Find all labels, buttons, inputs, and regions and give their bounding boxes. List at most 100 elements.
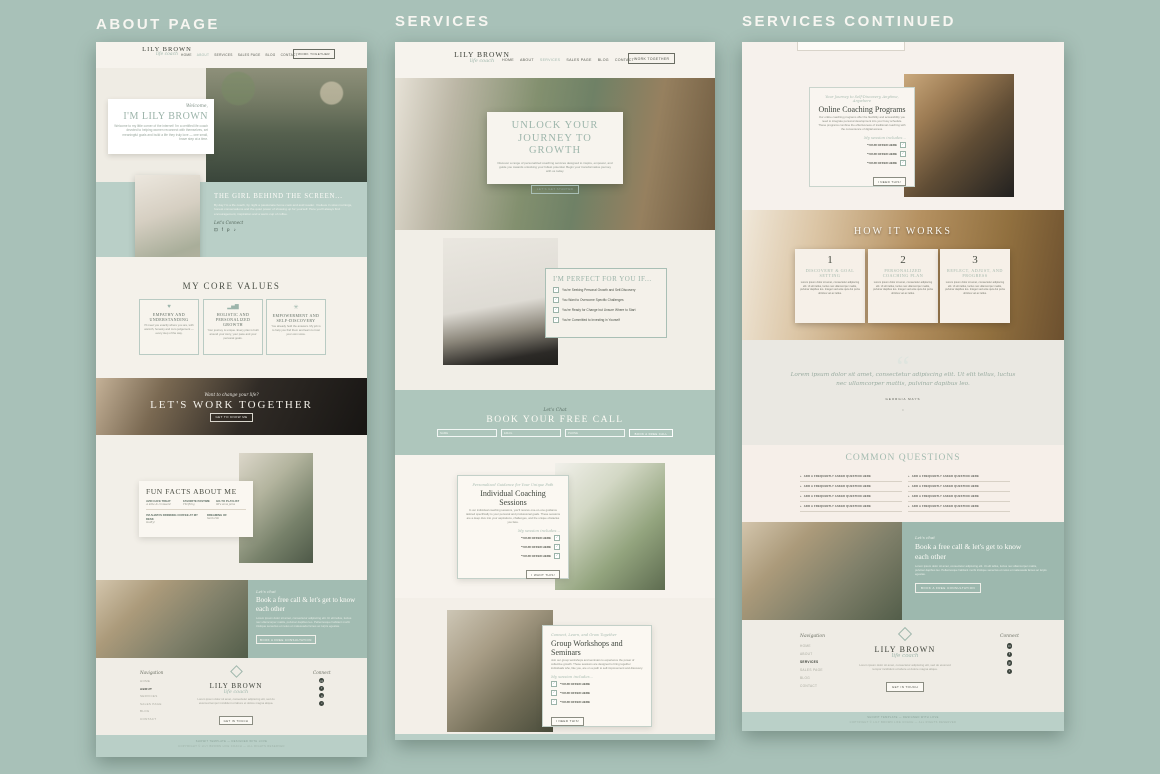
how-title: HOW IT WORKS <box>742 226 1064 237</box>
i-need-this-button[interactable]: I NEED THIS! <box>551 717 584 726</box>
footer-nav-title: Navigation <box>800 634 825 639</box>
core-values-section: MY CORE VALUES EMPATHY AND UNDERSTANDING… <box>96 257 367 378</box>
faq-item[interactable]: ADD A FREQUENTLY ASKED QUESTION HERE <box>800 472 902 482</box>
services-hero: UNLOCK YOUR JOURNEY TO GROWTH Discover a… <box>395 78 715 230</box>
footer-link-contact[interactable]: CONTACT <box>140 717 163 721</box>
book-consultation-button[interactable]: BOOK A FREE CONSULTATION <box>256 635 316 644</box>
offer-text: *YOUR OFFER HERE <box>560 700 590 704</box>
footer-logo-tagline: life coach <box>192 689 280 695</box>
nav-link-services[interactable]: SERVICES <box>214 53 232 57</box>
faq-item[interactable]: ADD A FREQUENTLY ASKED QUESTION HERE <box>908 472 1010 482</box>
footer-connect-title: Connect <box>1000 634 1019 639</box>
email-input[interactable] <box>501 429 561 437</box>
nav-link-about[interactable]: ABOUT <box>520 58 534 62</box>
instagram-icon[interactable] <box>319 678 324 683</box>
faq-item[interactable]: ADD A FREQUENTLY ASKED QUESTION HERE <box>908 482 1010 492</box>
faq-item[interactable]: ADD A FREQUENTLY ASKED QUESTION HERE <box>800 492 902 502</box>
tiktok-icon[interactable] <box>319 701 324 706</box>
check-icon <box>551 690 557 696</box>
nav-link-blog[interactable]: BLOG <box>266 53 276 57</box>
pinterest-icon[interactable] <box>1007 660 1013 666</box>
faq-item[interactable]: ADD A FREQUENTLY ASKED QUESTION HERE <box>800 502 902 512</box>
facebook-icon[interactable] <box>1007 652 1013 658</box>
carousel-dot[interactable]: • <box>742 407 1064 412</box>
book-call-band: Let's chat Book a free call & let's get … <box>96 580 367 658</box>
nav-link-about[interactable]: ABOUT <box>197 53 209 57</box>
nav-link-sales-page[interactable]: SALES PAGE <box>566 58 591 62</box>
work-together-button[interactable]: WORK TOGETHER <box>628 53 675 64</box>
band-body: Lorem ipsum dolor sit amet, consectetur … <box>256 616 356 628</box>
footer-link-home[interactable]: HOME <box>800 644 825 648</box>
fact-value: Santorini <box>207 517 237 520</box>
value-card-title: EMPATHY AND UNDERSTANDING <box>143 312 195 322</box>
footer-link-home[interactable]: HOME <box>140 679 163 683</box>
instagram-icon[interactable] <box>1007 643 1013 649</box>
value-card-title: HOLISTIC AND PERSONALIZED GROWTH <box>207 312 259 327</box>
how-step-card: 1 DISCOVERY & GOAL SETTING Lorem ipsum d… <box>795 249 865 323</box>
footer-link-about[interactable]: ABOUT <box>800 652 825 656</box>
footer-link-blog[interactable]: BLOG <box>140 709 163 713</box>
check-icon <box>900 151 906 157</box>
online-card: Your Journey to Self-Discovery, Anytime,… <box>809 87 915 187</box>
nav-link-home[interactable]: HOME <box>181 53 192 57</box>
nav-link-home[interactable]: HOME <box>502 58 514 62</box>
footer-link-blog[interactable]: BLOG <box>800 676 825 680</box>
group-card: Connect, Learn, and Grow Together Group … <box>542 625 652 727</box>
tiktok-icon[interactable] <box>1007 669 1013 675</box>
hero-body: Welcome to my little corner of the inter… <box>114 124 208 142</box>
work-together-button[interactable]: WORK TOGETHER <box>293 49 335 59</box>
facebook-icon[interactable] <box>222 227 223 233</box>
footer-link-services[interactable]: SERVICES <box>800 660 825 664</box>
services-hero-body: Discover a range of personalized coachin… <box>496 161 614 174</box>
check-icon <box>554 553 560 559</box>
how-it-works-section: HOW IT WORKS 1 DISCOVERY & GOAL SETTING … <box>742 210 1064 340</box>
pinterest-icon[interactable] <box>227 227 230 233</box>
design-board: { "page": {"bg": "#a8c1b8", "accent": "#… <box>0 0 1160 774</box>
book-free-call-button[interactable]: BOOK A FREE CALL <box>629 429 673 437</box>
online-eyebrow: Your Journey to Self-Discovery, Anytime,… <box>818 95 906 103</box>
book-call-photo <box>742 522 902 620</box>
footer-link-about[interactable]: ABOUT <box>140 687 163 691</box>
footer-link-services[interactable]: SERVICES <box>140 694 163 698</box>
perfect-item: You're Ready for Change but Unsure Where… <box>553 307 659 313</box>
faq-item[interactable]: ADD A FREQUENTLY ASKED QUESTION HERE <box>800 482 902 492</box>
get-in-touch-button[interactable]: GET IN TOUCH <box>886 682 924 692</box>
facebook-icon[interactable] <box>319 686 324 691</box>
book-call-band: Let's chat Book a free call & let's get … <box>742 522 1064 620</box>
growth-chart-icon <box>207 304 259 310</box>
i-need-this-button[interactable]: I NEED THIS! <box>873 177 906 186</box>
faq-item[interactable]: ADD A FREQUENTLY ASKED QUESTION HERE <box>908 502 1010 512</box>
name-input[interactable] <box>437 429 497 437</box>
instagram-icon[interactable] <box>214 227 218 233</box>
fact-value: A latte & croissant <box>146 503 178 506</box>
individual-section: Personalized Guidance for Your Unique Pa… <box>395 455 715 598</box>
phone-input[interactable] <box>565 429 625 437</box>
individual-body: In our individual coaching sessions, you… <box>466 509 560 525</box>
offer-text: *YOUR OFFER HERE <box>521 536 551 540</box>
lets-get-started-button[interactable]: LET'S GET STARTED <box>531 185 579 194</box>
faq-item[interactable]: ADD A FREQUENTLY ASKED QUESTION HERE <box>908 492 1010 502</box>
i-want-this-button[interactable]: I WANT THIS! <box>526 570 560 579</box>
hero-card: Welcome, I'M LILY BROWN Welcome to my li… <box>108 99 214 154</box>
nav-link-blog[interactable]: BLOG <box>598 58 609 62</box>
check-icon <box>554 544 560 550</box>
nav-link-services[interactable]: SERVICES <box>540 58 561 62</box>
footer-link-sales-page[interactable]: SALES PAGE <box>140 702 163 706</box>
nav-link-sales-page[interactable]: SALES PAGE <box>238 53 261 57</box>
tiktok-icon[interactable] <box>234 227 236 233</box>
footer-link-sales-page[interactable]: SALES PAGE <box>800 668 825 672</box>
perfect-item-text: You Want to Overcome Specific Challenges <box>562 298 624 302</box>
offer-text: *YOUR OFFER HERE <box>867 143 897 147</box>
hero-photo <box>206 68 367 182</box>
perfect-item: You Want to Overcome Specific Challenges <box>553 297 659 303</box>
offer-row: *YOUR OFFER HERE <box>521 535 560 541</box>
group-photo <box>447 610 553 732</box>
book-consultation-button[interactable]: BOOK A FREE CONSULTATION <box>915 583 981 593</box>
pinterest-icon[interactable] <box>319 693 324 698</box>
get-in-touch-button[interactable]: GET IN TOUCH <box>219 716 254 725</box>
online-body: Our online coaching programs offer the f… <box>818 116 906 132</box>
offer-row: *YOUR OFFER HERE <box>867 151 906 157</box>
work-together-banner: Want to change your life? LET'S WORK TOG… <box>96 378 367 435</box>
footer-link-contact[interactable]: CONTACT <box>800 684 825 688</box>
get-to-know-me-button[interactable]: GET TO KNOW ME <box>210 413 252 422</box>
